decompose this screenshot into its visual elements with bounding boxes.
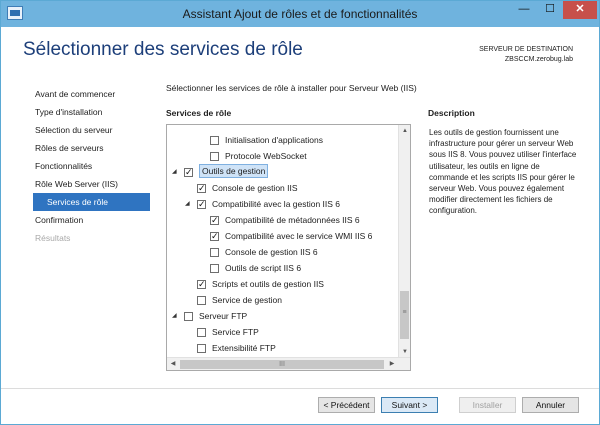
scroll-left-icon[interactable]: ◀ — [167, 358, 179, 370]
cancel-button[interactable]: Annuler — [522, 397, 579, 413]
expander-icon[interactable]: ◢ — [172, 164, 180, 180]
wizard-window: Assistant Ajout de rôles et de fonctionn… — [0, 0, 600, 425]
nav-item[interactable]: Sélection du serveur — [35, 121, 152, 139]
install-button[interactable]: Installer — [459, 397, 516, 413]
tree-row[interactable]: Service de gestion — [167, 292, 399, 308]
checkbox[interactable] — [210, 229, 219, 245]
tree-row-label: Service FTP — [212, 327, 259, 337]
tree-row-label: Compatibilité avec la gestion IIS 6 — [212, 199, 341, 209]
tree-row[interactable]: ◢ Serveur FTP — [167, 308, 399, 324]
scroll-right-icon[interactable]: ▶ — [386, 358, 398, 370]
checkbox[interactable] — [184, 165, 193, 181]
tree-row-label: Serveur FTP — [199, 311, 248, 321]
nav-item[interactable]: Services de rôle — [33, 193, 150, 211]
instruction-text: Sélectionner les services de rôle à inst… — [166, 83, 417, 93]
tree-row[interactable]: Outils de script IIS 6 — [167, 260, 399, 276]
tree-row[interactable]: Compatibilité avec le service WMI IIS 6 — [167, 228, 399, 245]
tree-row[interactable]: Console de gestion IIS 6 — [167, 244, 399, 260]
tree-row[interactable]: Extensibilité FTP — [167, 340, 399, 356]
tree-row-label: Service de gestion — [212, 295, 282, 305]
scroll-up-icon[interactable]: ▲ — [399, 125, 410, 137]
expander-icon[interactable]: ◢ — [172, 308, 180, 324]
vertical-scroll-thumb[interactable]: ≡ — [400, 291, 409, 339]
role-services-tree[interactable]: Initialisation d'applications Protocole W… — [166, 124, 411, 371]
tree-row-label: Scripts et outils de gestion IIS — [212, 279, 324, 289]
nav-item[interactable]: Rôle Web Server (IIS) — [35, 175, 152, 193]
description-text: Les outils de gestion fournissent une in… — [429, 128, 577, 216]
nav-item[interactable]: Confirmation — [35, 211, 152, 229]
tree-row-label: Compatibilité avec le service WMI IIS 6 — [225, 231, 373, 241]
footer-divider — [1, 388, 599, 389]
expander-icon[interactable]: ◢ — [185, 196, 193, 212]
checkbox[interactable] — [210, 264, 219, 273]
tree-row-label: Outils de script IIS 6 — [225, 263, 302, 273]
title-bar[interactable]: Assistant Ajout de rôles et de fonctionn… — [1, 1, 599, 27]
previous-button[interactable]: < Précédent — [318, 397, 375, 413]
tree-row[interactable]: Scripts et outils de gestion IIS — [167, 276, 399, 293]
tree-row[interactable]: Initialisation d'applications — [167, 132, 399, 148]
nav-item[interactable]: Rôles de serveurs — [35, 139, 152, 157]
nav-item[interactable]: Fonctionnalités — [35, 157, 152, 175]
checkbox[interactable] — [210, 248, 219, 257]
tree-row-label: Initialisation d'applications — [225, 135, 324, 145]
checkbox[interactable] — [197, 181, 206, 197]
nav-item[interactable]: Type d'installation — [35, 103, 152, 121]
checkbox[interactable] — [197, 328, 206, 337]
checkbox[interactable] — [210, 152, 219, 161]
tree-row[interactable]: ◢ Outils de gestion — [167, 164, 399, 181]
checkbox[interactable] — [197, 197, 206, 213]
horizontal-scroll-thumb[interactable]: III — [180, 360, 384, 369]
next-button[interactable]: Suivant > — [381, 397, 438, 413]
tree-row[interactable]: Service FTP — [167, 324, 399, 340]
checkbox[interactable] — [210, 213, 219, 229]
nav-item: Résultats — [35, 233, 71, 243]
destination-server: SERVEUR DE DESTINATION ZBSCCM.zerobug.la… — [479, 45, 573, 65]
destination-label: SERVEUR DE DESTINATION — [479, 46, 573, 53]
maximize-button[interactable]: ☐ — [537, 1, 563, 19]
tree-row-label: Console de gestion IIS 6 — [225, 247, 318, 257]
checkbox[interactable] — [210, 136, 219, 145]
window-title: Assistant Ajout de rôles et de fonctionn… — [182, 7, 418, 21]
horizontal-scrollbar[interactable]: ◀ III ▶ — [167, 357, 410, 370]
tree-row[interactable]: Compatibilité de métadonnées IIS 6 — [167, 212, 399, 229]
checkbox[interactable] — [197, 296, 206, 305]
nav-item[interactable]: Avant de commencer — [35, 85, 152, 103]
tree-row[interactable]: Console de gestion IIS — [167, 180, 399, 197]
tree-row-label: Console de gestion IIS — [212, 183, 298, 193]
tree-row[interactable]: Protocole WebSocket — [167, 148, 399, 164]
tree-row-label: Protocole WebSocket — [225, 151, 307, 161]
minimize-button[interactable]: — — [511, 1, 537, 19]
tree-rows: Initialisation d'applications Protocole W… — [167, 125, 399, 356]
tree-row-label: Extensibilité FTP — [212, 343, 276, 353]
checkbox[interactable] — [184, 312, 193, 321]
description-label: Description — [428, 108, 475, 118]
tree-row-label: Compatibilité de métadonnées IIS 6 — [225, 215, 360, 225]
page-title: Sélectionner des services de rôle — [23, 39, 303, 60]
destination-server-name: ZBSCCM.zerobug.lab — [504, 56, 573, 63]
scrollbar-corner — [398, 358, 410, 370]
services-label: Services de rôle — [166, 108, 232, 118]
tree-row-label: Outils de gestion — [199, 164, 269, 178]
tree-row[interactable]: ◢ Compatibilité avec la gestion IIS 6 — [167, 196, 399, 213]
checkbox[interactable] — [197, 277, 206, 293]
vertical-scrollbar[interactable]: ▲ ≡ ▼ — [398, 125, 410, 358]
checkbox[interactable] — [197, 344, 206, 353]
wizard-nav: Avant de commencer Type d'installation Sél… — [33, 85, 152, 247]
close-button[interactable]: ✕ — [563, 1, 597, 19]
grip-icon: ≡ — [402, 309, 407, 316]
